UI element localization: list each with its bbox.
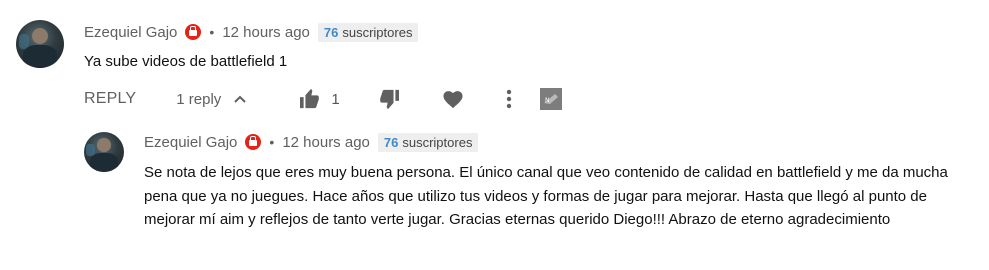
subscriber-label: suscriptores xyxy=(402,134,473,150)
separator-dot: • xyxy=(269,134,275,150)
subscriber-count: 76 xyxy=(383,134,399,150)
separator-dot: • xyxy=(209,24,215,40)
subscriber-label: suscriptores xyxy=(342,24,413,40)
view-replies-button[interactable]: 1 reply xyxy=(176,91,247,108)
thumbs-up-icon[interactable] xyxy=(299,89,321,109)
timestamp[interactable]: 12 hours ago xyxy=(222,24,310,41)
like-count: 1 xyxy=(331,90,340,108)
reply-thread: Ezequiel Gajo • 12 hours ago 76 suscripto… xyxy=(0,120,989,270)
more-vert-icon[interactable] xyxy=(506,89,512,109)
chevron-up-icon xyxy=(233,94,247,104)
comment-thread: Ezequiel Gajo • 12 hours ago 76 suscripto… xyxy=(0,0,989,120)
heart-icon[interactable] xyxy=(442,89,464,109)
subscriber-count: 76 xyxy=(323,24,339,40)
youtube-badge-icon xyxy=(245,134,262,150)
reply-text: Se nota de lejos que eres muy buena pers… xyxy=(144,164,948,228)
youtube-badge-icon xyxy=(185,24,202,40)
subscriber-badge: 76 suscriptores xyxy=(377,132,479,152)
author-name[interactable]: Ezequiel Gajo xyxy=(144,134,237,151)
subscriber-badge: 76 suscriptores xyxy=(317,22,419,42)
author-name[interactable]: Ezequiel Gajo xyxy=(84,24,177,41)
avatar[interactable] xyxy=(84,132,124,172)
comment-text: Ya sube videos de battlefield 1 xyxy=(84,53,288,70)
timestamp[interactable]: 12 hours ago xyxy=(282,134,370,151)
comment-actions: REPLY 1 reply 1 N xyxy=(84,87,562,111)
svg-text:N: N xyxy=(545,97,550,104)
reply-header: Ezequiel Gajo • 12 hours ago 76 suscripto… xyxy=(144,130,479,154)
thumbs-down-icon[interactable] xyxy=(378,89,400,109)
comment-header: Ezequiel Gajo • 12 hours ago 76 suscripto… xyxy=(84,20,419,44)
replies-label: 1 reply xyxy=(176,90,222,108)
avatar[interactable] xyxy=(16,20,64,68)
reply-button[interactable]: REPLY xyxy=(84,90,136,108)
extension-icon[interactable]: N xyxy=(539,88,562,110)
